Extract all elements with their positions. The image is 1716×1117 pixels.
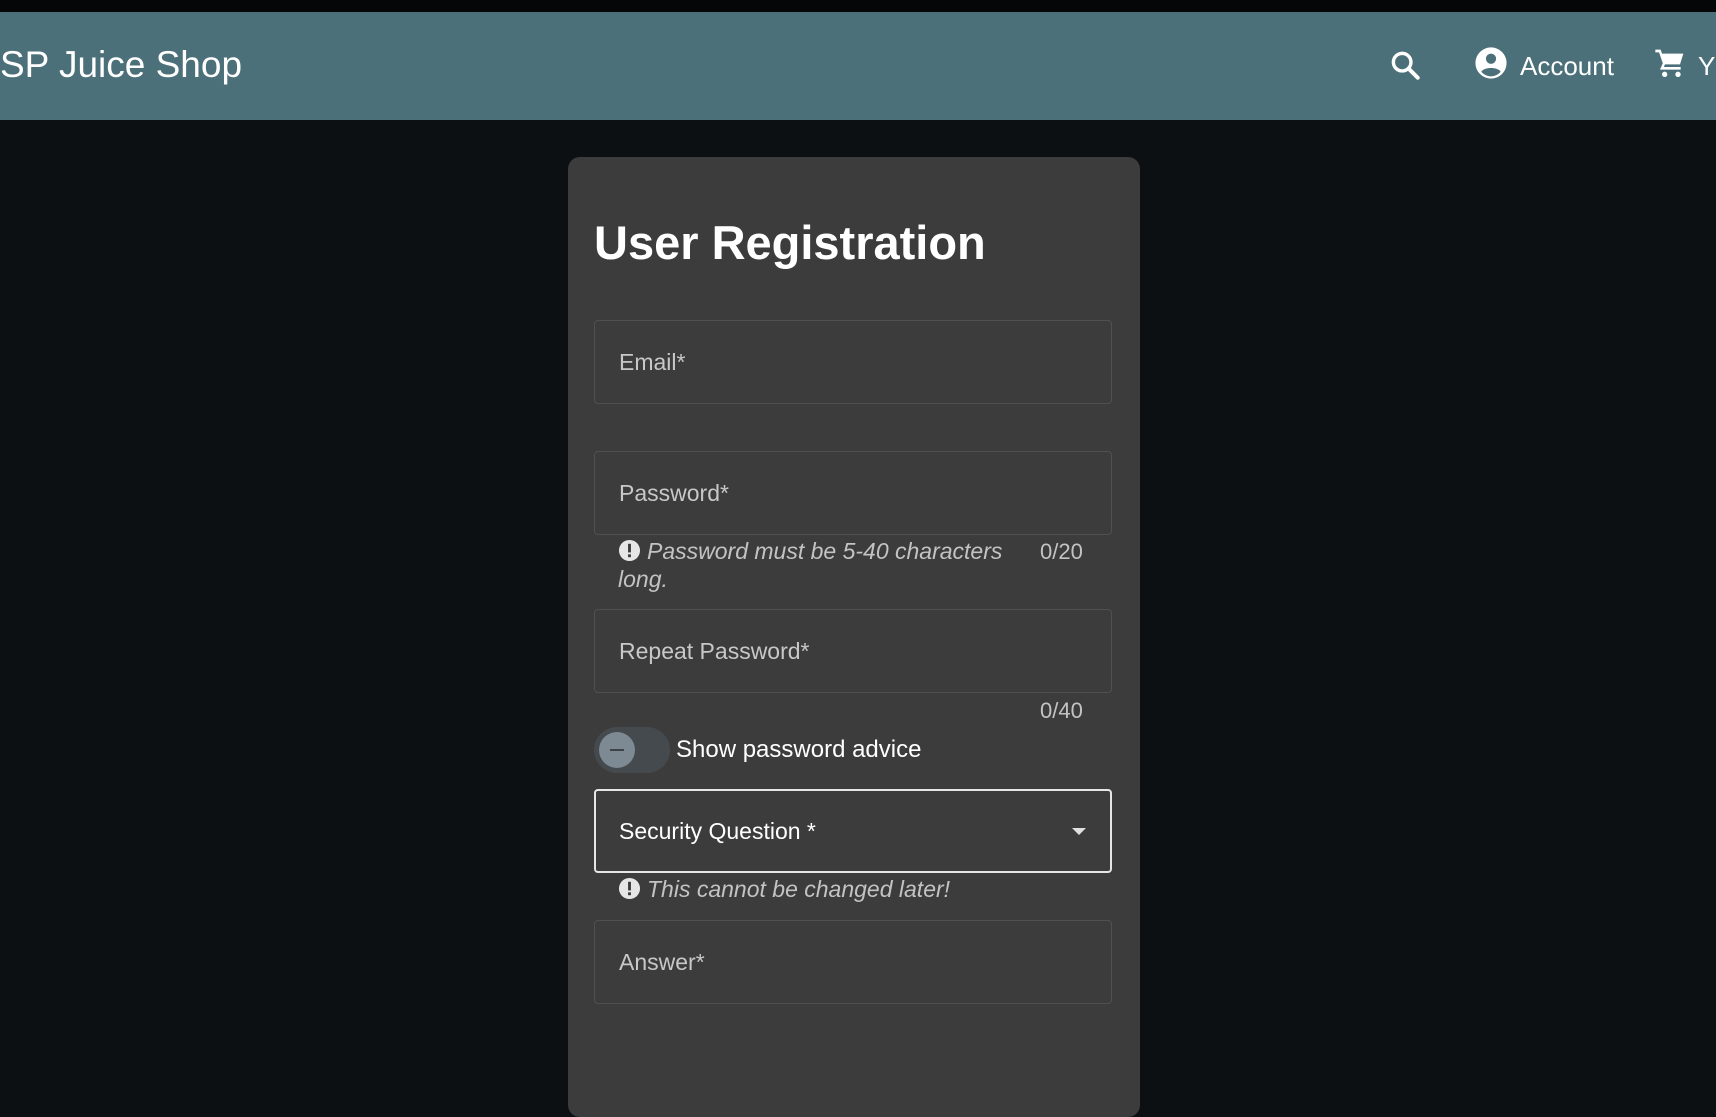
password-hint: Password must be 5-40 characters long. (618, 537, 1008, 593)
search-icon[interactable] (1388, 48, 1422, 82)
account-label: Account (1520, 50, 1614, 81)
password-counter: 0/20 (1040, 539, 1083, 564)
app-toolbar: SP Juice Shop Account Y (0, 12, 1716, 120)
basket-button[interactable]: Y (1654, 47, 1715, 85)
repeat-password-label: Repeat Password* (619, 638, 810, 664)
account-button[interactable]: Account (1474, 46, 1614, 87)
email-label: Email* (619, 349, 686, 375)
account-circle-icon (1474, 46, 1508, 87)
repeat-password-field[interactable]: Repeat Password* (594, 609, 1112, 693)
registration-card: User Registration Email* Password* Passw… (568, 157, 1140, 1117)
security-question-hint: This cannot be changed later! (618, 875, 1098, 903)
answer-label: Answer* (619, 949, 705, 975)
basket-label: Y (1698, 50, 1716, 81)
app-title[interactable]: SP Juice Shop (0, 44, 242, 86)
password-advice-toggle[interactable]: Show password advice (594, 725, 921, 775)
toggle-label: Show password advice (676, 736, 922, 763)
repeat-password-counter: 0/40 (1040, 698, 1083, 723)
password-field[interactable]: Password* (594, 451, 1112, 535)
page-title: User Registration (594, 216, 986, 269)
answer-field[interactable]: Answer* (594, 920, 1112, 1004)
shopping-cart-icon (1654, 47, 1686, 86)
chevron-down-icon[interactable] (1072, 828, 1086, 835)
error-icon (618, 877, 641, 900)
security-question-label: Security Question * (619, 818, 816, 844)
toggle-track[interactable] (594, 727, 670, 773)
window-top-strip (0, 0, 1716, 12)
password-hint-text: Password must be 5-40 characters long. (618, 538, 1003, 592)
email-field[interactable]: Email* (594, 320, 1112, 404)
toggle-thumb[interactable] (599, 732, 635, 768)
security-question-select[interactable]: Security Question * (594, 789, 1112, 873)
error-icon (618, 539, 641, 562)
security-question-hint-text: This cannot be changed later! (647, 876, 951, 902)
password-label: Password* (619, 480, 729, 506)
